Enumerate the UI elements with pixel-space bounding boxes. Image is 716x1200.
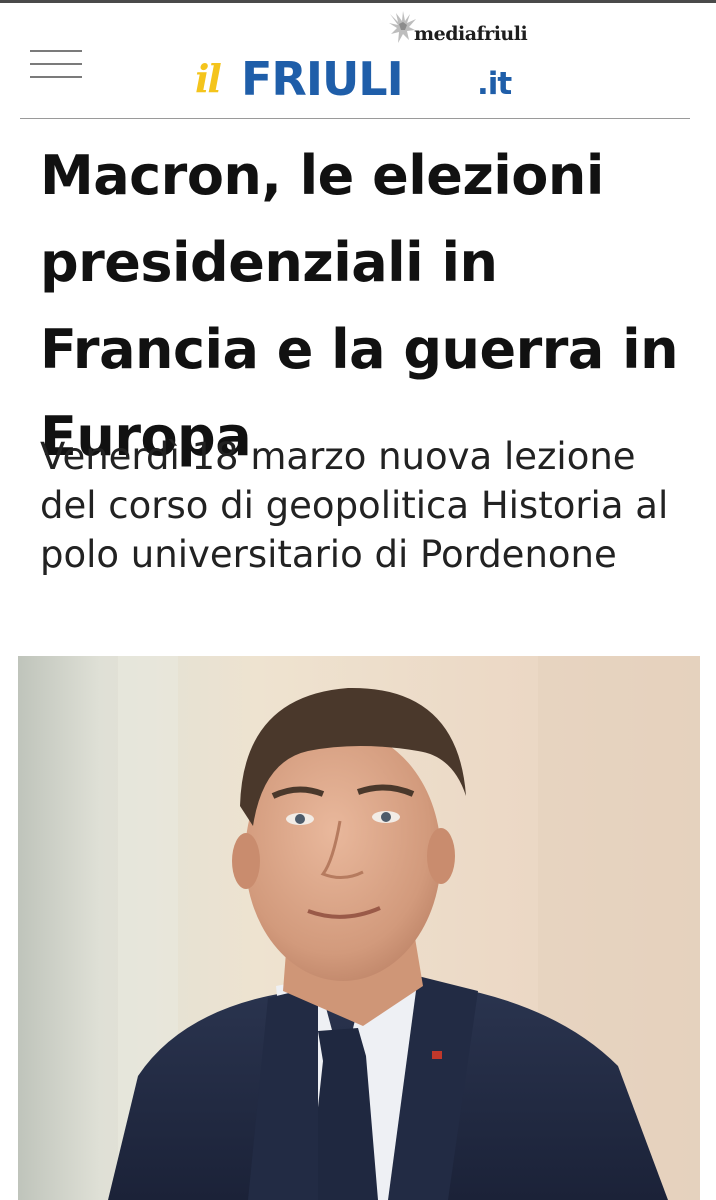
hamburger-menu-icon[interactable] [30,50,82,80]
article-subtitle: Venerdì 18 marzo nuova lezione del corso… [40,435,669,576]
menu-line [30,76,82,78]
menu-line [30,50,82,52]
menu-line [30,63,82,65]
portrait-illustration [18,656,700,1200]
article-headline: Macron, le elezioni presidenziali in Fra… [40,144,679,468]
logo-suffix: .it [477,66,512,102]
article-photo [18,656,700,1200]
header-divider [20,118,690,119]
logo-name: FRIULI [241,52,404,106]
publisher-name: mediafriuli [414,23,528,45]
top-border [0,0,716,3]
logo-prefix: il [195,56,222,101]
